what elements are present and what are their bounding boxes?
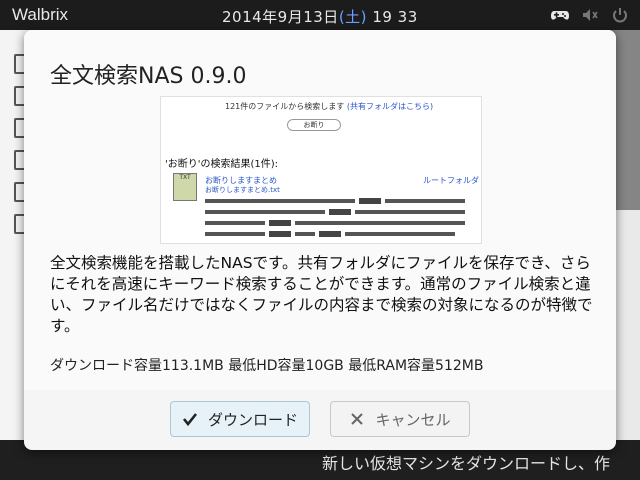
cancel-button-label: キャンセル	[375, 410, 451, 429]
check-icon	[182, 413, 197, 427]
clock-time: 19 33	[372, 8, 418, 26]
app-screenshot: 121件のファイルから検索します (共有フォルダはこちら) お断り 'お断り'の…	[160, 96, 482, 244]
txt-file-icon-label: TXT	[179, 174, 191, 181]
screenshot-header: 121件のファイルから検索します (共有フォルダはこちら)	[225, 101, 433, 112]
clock-date: 2014年9月13日	[222, 8, 339, 26]
clock: 2014年9月13日(土) 19 33	[222, 6, 418, 27]
screenshot-header-text: 121件のファイルから検索します	[225, 102, 345, 111]
gamepad-icon[interactable]	[550, 6, 570, 24]
volume-icon[interactable]	[580, 6, 600, 24]
download-button-label: ダウンロード	[207, 410, 298, 429]
screenshot-search-box: お断り	[287, 119, 341, 131]
screenshot-header-link: (共有フォルダはこちら)	[346, 102, 434, 111]
screenshot-result-file: お断りしますまとめ.txt	[205, 186, 280, 194]
download-button[interactable]: ダウンロード	[170, 401, 310, 437]
app-download-dialog: 全文検索NAS 0.9.0 121件のファイルから検索します (共有フォルダはこ…	[24, 30, 616, 450]
app-description: 全文検索機能を搭載したNASです。共有フォルダにファイルを保存でき、さらにそれを…	[50, 254, 593, 335]
app-requirements: ダウンロード容量113.1MB 最低HD容量10GB 最低RAM容量512MB	[50, 358, 484, 374]
power-icon[interactable]	[610, 6, 630, 24]
system-tray	[550, 6, 630, 24]
clock-weekday: (土)	[338, 8, 368, 26]
screenshot-result-folder: ルートフォルダ	[423, 176, 479, 185]
dialog-title: 全文検索NAS 0.9.0	[50, 64, 247, 89]
screenshot-result-snippet	[205, 198, 465, 237]
bottom-status-text: 新しい仮想マシンをダウンロードし、作	[322, 454, 611, 473]
screenshot-result-heading: 'お断り'の検索結果(1件):	[165, 159, 279, 170]
txt-file-icon: TXT	[173, 173, 197, 201]
cancel-button[interactable]: キャンセル	[330, 401, 470, 437]
top-bar: Walbrix 2014年9月13日(土) 19 33	[0, 0, 640, 30]
dialog-body: 全文検索NAS 0.9.0 121件のファイルから検索します (共有フォルダはこ…	[24, 30, 616, 390]
brand-logo: Walbrix	[12, 5, 69, 24]
close-icon	[351, 413, 364, 425]
